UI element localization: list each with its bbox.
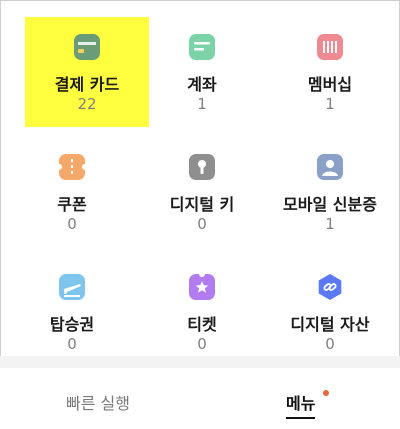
card-icon (73, 33, 101, 61)
tile-count: 0 (197, 215, 207, 233)
key-icon (188, 153, 216, 181)
tile-label: 티켓 (187, 315, 217, 334)
tile-label: 쿠폰 (57, 195, 87, 214)
section-divider (0, 356, 400, 368)
tile-label: 디지털 키 (169, 195, 235, 214)
tile-count: 0 (325, 335, 335, 353)
tile-ticket[interactable]: 티켓 0 (140, 257, 264, 367)
boarding-pass-icon (58, 273, 86, 301)
tab-active-indicator (286, 417, 316, 419)
tile-count: 22 (77, 95, 97, 113)
tile-digital-key[interactable]: 디지털 키 0 (140, 137, 264, 247)
digital-asset-icon (316, 273, 344, 301)
tile-count: 1 (197, 95, 207, 113)
tile-coupon[interactable]: 쿠폰 0 (10, 137, 134, 247)
id-card-icon (316, 153, 344, 181)
tile-count: 0 (67, 335, 77, 353)
tile-account[interactable]: 계좌 1 (140, 17, 264, 127)
tile-label: 디지털 자산 (290, 315, 370, 334)
tile-count: 1 (325, 95, 335, 113)
notification-dot (323, 390, 329, 396)
tile-label: 계좌 (187, 75, 217, 94)
bottom-tab-bar: 빠른 실행 메뉴 (0, 368, 400, 429)
tab-menu-label: 메뉴 (286, 394, 316, 413)
tile-mobile-id[interactable]: 모바일 신분증 1 (268, 137, 392, 247)
tile-digital-asset[interactable]: 디지털 자산 0 (268, 257, 392, 367)
coupon-icon (58, 153, 86, 181)
tile-count: 0 (197, 335, 207, 353)
account-icon (188, 33, 216, 61)
tile-label: 결제 카드 (54, 75, 120, 94)
tile-count: 0 (67, 215, 77, 233)
tile-payment-card[interactable]: 결제 카드 22 (25, 17, 149, 127)
tile-label: 멤버십 (307, 75, 353, 94)
tab-menu[interactable]: 메뉴 (286, 390, 316, 419)
tile-label: 모바일 신분증 (283, 195, 377, 214)
membership-icon (316, 33, 344, 61)
tile-membership[interactable]: 멤버십 1 (268, 17, 392, 127)
tile-count: 1 (325, 215, 335, 233)
tile-label: 탑승권 (49, 315, 95, 334)
ticket-icon (188, 273, 216, 301)
tab-quick-actions[interactable]: 빠른 실행 (66, 390, 130, 414)
tile-boarding-pass[interactable]: 탑승권 0 (10, 257, 134, 367)
